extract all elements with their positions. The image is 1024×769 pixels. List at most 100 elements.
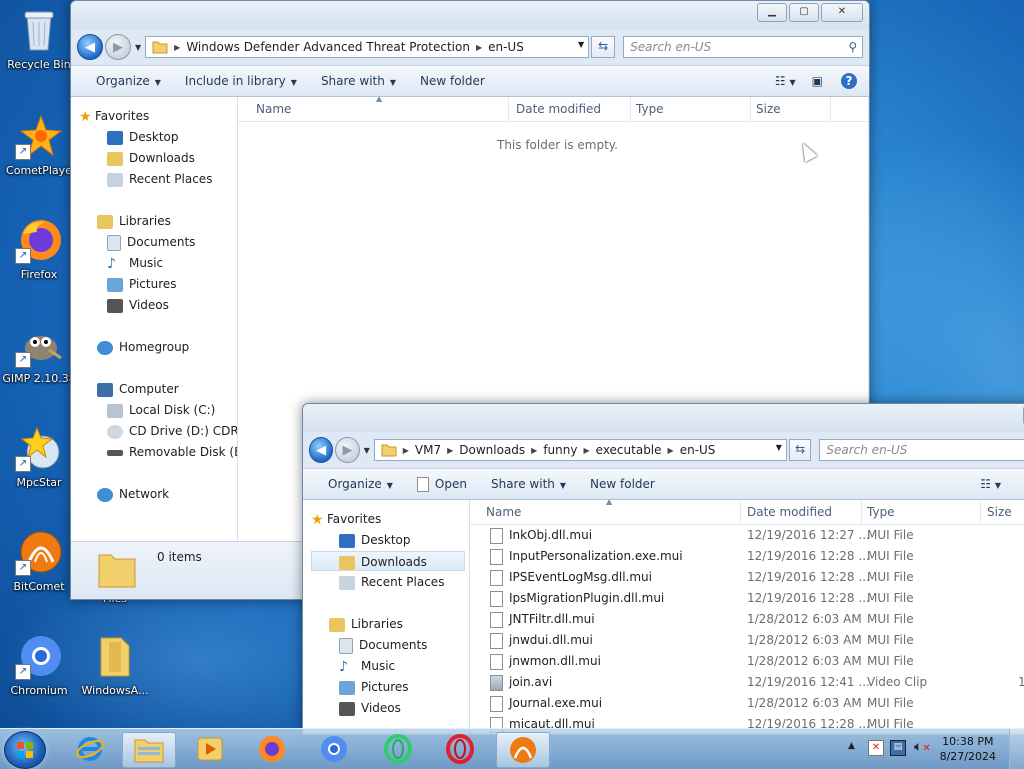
table-row[interactable]: InkObj.dll.mui 12/19/2016 12:27 ... MUI Fi… [470,525,1024,546]
desktop-icon-windowsa[interactable]: WindowsA... [78,632,152,697]
recent-pages-dropdown[interactable]: ▼ [364,446,370,455]
view-options-button[interactable]: ☷ ▼ [974,477,1024,491]
new-folder-button[interactable]: New folder [408,74,497,88]
preview-pane-button[interactable]: ▣ [802,74,833,88]
address-dropdown-icon[interactable]: ▼ [578,40,584,49]
nav-desktop[interactable]: Desktop [339,530,411,550]
new-folder-button[interactable]: New folder [578,477,667,491]
nav-videos[interactable]: Videos [107,295,169,315]
nav-network[interactable]: Network [97,484,169,504]
file-list[interactable]: Name ▲ Date modified Type Size InkObj.dl… [470,500,1024,734]
share-with-button[interactable]: Share with ▼ [479,477,578,491]
table-row[interactable]: JNTFiltr.dll.mui 1/28/2012 6:03 AM MUI Fil… [470,609,1024,630]
column-date-modified[interactable]: Date modified [747,505,832,519]
taskbar-opera[interactable] [434,732,486,766]
refresh-button[interactable]: ⇆ [591,36,616,58]
desktop-icon-firefox[interactable]: ↗ Firefox [2,216,76,281]
nav-documents[interactable]: Documents [339,635,427,655]
search-input[interactable]: Search en-US [819,439,1024,461]
refresh-button[interactable]: ⇆ [788,439,812,461]
column-size[interactable]: Size [756,102,781,116]
nav-libraries[interactable]: Libraries [329,614,403,634]
nav-desktop[interactable]: Desktop [107,127,179,147]
view-options-button[interactable]: ☷ ▼ [769,74,802,88]
nav-recent-places[interactable]: Recent Places [339,572,444,592]
taskbar-media-player[interactable] [184,732,236,766]
nav-removable-disk[interactable]: Removable Disk (E:) [107,442,237,462]
column-type[interactable]: Type [867,505,895,519]
show-desktop-button[interactable] [1009,729,1024,769]
start-button[interactable] [4,731,46,769]
title-bar[interactable]: ▁ ▢ ✕ [71,1,869,29]
column-type[interactable]: Type [636,102,664,116]
back-button[interactable]: ◀ [77,34,103,60]
taskbar-windows-explorer[interactable] [122,732,176,768]
include-in-library-button[interactable]: Include in library ▼ [173,74,309,88]
column-size[interactable]: Size [987,505,1012,519]
nav-computer[interactable]: Computer [97,379,179,399]
nav-homegroup[interactable]: Homegroup [97,337,189,357]
search-input[interactable]: Search en-US ⚲ [623,36,864,58]
nav-favorites[interactable]: ★ Favorites [79,106,235,126]
desktop-icon-chromium[interactable]: ↗ Chromium [2,632,76,697]
nav-libraries[interactable]: Libraries [97,211,171,231]
desktop-icon-gimp[interactable]: ↗ GIMP 2.10.38 [2,320,76,385]
address-dropdown-icon[interactable]: ▼ [776,443,782,452]
taskbar-firefox[interactable] [246,732,298,766]
column-date-modified[interactable]: Date modified [516,102,601,116]
navigation-pane[interactable]: ★ Favorites Desktop Downloads Recent Plac… [303,500,470,734]
forward-button[interactable]: ▶ [335,437,360,463]
organize-button[interactable]: Organize ▼ [303,477,405,491]
table-row[interactable]: jnwdui.dll.mui 1/28/2012 6:03 AM MUI File [470,630,1024,651]
table-row[interactable]: IpsMigrationPlugin.dll.mui 12/19/2016 12:… [470,588,1024,609]
nav-cd-drive[interactable]: CD Drive (D:) CDROM [107,421,237,441]
clock[interactable]: 10:38 PM 8/27/2024 [940,734,996,764]
address-bar[interactable]: ▶ VM7 ▶ Downloads ▶ funny ▶ executable ▶… [373,439,787,461]
nav-recent-places[interactable]: Recent Places [107,169,212,189]
minimize-button[interactable]: ▁ [757,3,787,22]
close-button[interactable]: ✕ [821,3,863,22]
back-button[interactable]: ◀ [309,437,334,463]
nav-favorites[interactable]: ★ Favorites [311,509,381,529]
help-button[interactable]: ? [833,73,869,89]
table-row[interactable]: join.avi 12/19/2016 12:41 ...Video Clip 1 [470,672,1024,693]
breadcrumb-segment[interactable]: en-US [488,40,524,54]
table-row[interactable]: InputPersonalization.exe.mui 12/19/2016 1… [470,546,1024,567]
open-button[interactable]: Open [405,476,479,492]
desktop-icon-recycle-bin[interactable]: Recycle Bin [2,6,76,71]
share-with-button[interactable]: Share with ▼ [309,74,408,88]
recent-pages-dropdown[interactable]: ▼ [135,43,141,52]
desktop-icon-mpcstar[interactable]: ↗ MpcStar [2,424,76,489]
address-bar[interactable]: ▶ Windows Defender Advanced Threat Prote… [145,36,590,58]
organize-button[interactable]: Organize ▼ [71,74,173,88]
action-center-icon[interactable]: ✕ [868,740,884,756]
maximize-button[interactable]: ▢ [789,3,819,22]
navigation-pane[interactable]: ★ Favorites Desktop Downloads Recent Plac… [71,97,238,541]
breadcrumb-segment[interactable]: en-US [680,443,716,457]
nav-local-disk[interactable]: Local Disk (C:) [107,400,215,420]
network-status-icon[interactable]: ▤ [890,740,906,756]
column-name[interactable]: Name [486,505,521,519]
taskbar-chromium[interactable] [308,732,360,766]
nav-pictures[interactable]: Pictures [339,677,409,697]
breadcrumb-segment[interactable]: VM7 [415,443,441,457]
taskbar-bitcomet[interactable] [496,732,550,768]
nav-downloads[interactable]: Downloads [107,148,195,168]
nav-music[interactable]: ♪ Music [339,656,395,676]
nav-pictures[interactable]: Pictures [107,274,177,294]
table-row[interactable]: Journal.exe.mui 1/28/2012 6:03 AM MUI File [470,693,1024,714]
table-row[interactable]: IPSEventLogMsg.dll.mui 12/19/2016 12:28 .… [470,567,1024,588]
nav-downloads[interactable]: Downloads [311,551,465,571]
column-name[interactable]: Name [256,102,291,116]
taskbar-internet-explorer[interactable] [64,732,116,766]
forward-button[interactable]: ▶ [105,34,131,60]
breadcrumb-segment[interactable]: Downloads [459,443,525,457]
title-bar[interactable]: ▁ [303,404,1024,432]
nav-documents[interactable]: Documents [107,232,195,252]
show-hidden-icons-button[interactable]: ▲ [848,741,855,751]
nav-videos[interactable]: Videos [339,698,401,718]
nav-music[interactable]: ♪ Music [107,253,163,273]
taskbar-opera-gx[interactable] [372,732,424,766]
desktop-icon-cometplayer[interactable]: ↗ CometPlaye [2,112,76,177]
explorer-window-downloads[interactable]: ▁ ◀ ▶ ▼ ▶ VM7 ▶ Downloads ▶ funny ▶ exec… [302,403,1024,735]
